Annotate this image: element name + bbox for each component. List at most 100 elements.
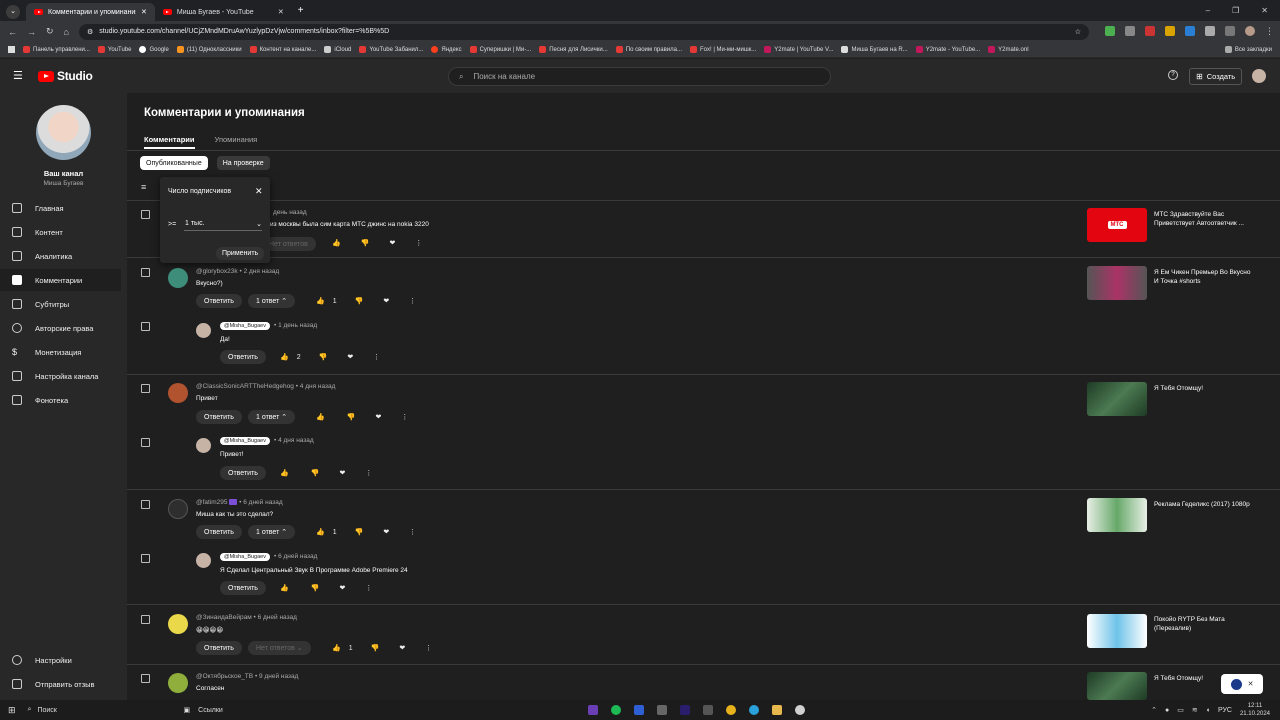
bookmark-item[interactable]: Y2mate | YouTube V... <box>764 45 833 53</box>
sidebar-item-content[interactable]: Контент <box>0 221 121 243</box>
taskbar-links[interactable]: Ссылки <box>198 707 223 714</box>
thumbs-down-icon[interactable]: 👎 <box>347 413 356 421</box>
comment-checkbox[interactable] <box>141 268 150 277</box>
video-title[interactable]: Покойо RYTP Без Мата (Перезалив) <box>1154 615 1254 633</box>
sidebar-item-copyright[interactable]: Авторские права <box>0 317 121 339</box>
reply-checkbox[interactable] <box>141 554 150 563</box>
chip-held-for-review[interactable]: На проверке <box>216 156 270 170</box>
app-icon[interactable] <box>703 705 713 715</box>
reply-button[interactable]: Ответить <box>196 641 242 655</box>
bookmark-item[interactable]: Миша Бугаев на R... <box>841 45 908 53</box>
extension-icon[interactable] <box>1124 26 1135 36</box>
creator-heart-icon[interactable]: ❤ <box>347 353 353 361</box>
video-thumbnail[interactable] <box>1087 498 1147 532</box>
volume-icon[interactable]: ◖ <box>1206 707 1210 714</box>
thumbs-down-icon[interactable]: 👎 <box>311 469 320 477</box>
task-view-icon[interactable]: ▣ <box>184 706 191 714</box>
avatar[interactable] <box>196 553 211 568</box>
video-thumbnail[interactable] <box>1087 382 1147 416</box>
bookmark-item[interactable]: (11) Одноклассники <box>176 45 242 53</box>
extension-icon[interactable] <box>1164 26 1175 36</box>
comment-checkbox[interactable] <box>141 615 150 624</box>
creator-heart-icon[interactable]: ❤ <box>389 239 395 247</box>
battery-icon[interactable]: ▭ <box>1177 706 1184 714</box>
more-actions-icon[interactable]: ⋮ <box>373 353 380 361</box>
avatar[interactable] <box>168 673 188 693</box>
windows-start-icon[interactable]: ⊞ <box>8 705 16 716</box>
video-thumbnail[interactable] <box>1087 266 1147 300</box>
browser-tab-studio[interactable]: Комментарии и упоминания ✕ <box>26 3 155 21</box>
bookmark-star-icon[interactable]: ☆ <box>1075 28 1081 36</box>
app-icon[interactable] <box>588 705 598 715</box>
all-bookmarks[interactable]: Все закладки <box>1224 45 1272 53</box>
thumbs-up-icon[interactable]: 👍 <box>316 528 325 536</box>
chip-published[interactable]: Опубликованные <box>140 156 208 170</box>
more-actions-icon[interactable]: ⋮ <box>415 239 422 247</box>
back-icon[interactable]: ← <box>8 27 17 37</box>
thumbs-down-icon[interactable]: 👎 <box>361 239 370 247</box>
thumbs-up-icon[interactable]: 👍 <box>332 644 341 652</box>
subscriber-count-select[interactable]: 1 тыс. ⌄ <box>184 217 262 231</box>
comment-checkbox[interactable] <box>141 384 150 393</box>
sidebar-item-feedback[interactable]: Отправить отзыв <box>0 673 121 695</box>
thumbs-up-icon[interactable]: 👍 <box>280 469 289 477</box>
thumbs-up-icon[interactable]: 👍 <box>280 584 289 592</box>
bookmark-item[interactable]: Яндекс <box>431 45 462 53</box>
thumbs-up-icon[interactable]: 👍 <box>316 297 325 305</box>
clock[interactable]: 12:11 21.10.2024 <box>1240 702 1270 718</box>
creator-heart-icon[interactable]: ❤ <box>339 584 345 592</box>
reload-icon[interactable]: ↻ <box>46 26 54 37</box>
taskbar-search[interactable]: ⌕ Поиск <box>28 706 168 714</box>
video-thumbnail[interactable] <box>1087 672 1147 700</box>
thumbs-down-icon[interactable]: 👎 <box>355 528 364 536</box>
bookmark-item[interactable]: Y2mate.onl <box>988 45 1029 53</box>
bookmark-item[interactable]: Google <box>139 45 169 53</box>
sidebar-item-monetization[interactable]: $ Монетизация <box>0 341 121 363</box>
video-title[interactable]: Я Тебя Отомщу! <box>1154 384 1254 393</box>
replies-toggle-button[interactable]: 1 ответ ⌃ <box>248 294 296 308</box>
reply-button[interactable]: Ответить <box>196 294 242 308</box>
close-tab-icon[interactable]: ✕ <box>278 8 284 16</box>
apply-button[interactable]: Применить <box>216 247 265 260</box>
forward-icon[interactable]: → <box>27 27 36 37</box>
profile-avatar-icon[interactable] <box>1244 26 1255 36</box>
more-actions-icon[interactable]: ⋮ <box>365 584 372 592</box>
creator-heart-icon[interactable]: ❤ <box>383 297 389 305</box>
url-bar[interactable]: ⚙ studio.youtube.com/channel/UCjZMndMDru… <box>78 23 1089 40</box>
sidebar-item-audio-library[interactable]: Фонотека <box>0 389 121 411</box>
creator-heart-icon[interactable]: ❤ <box>375 413 381 421</box>
more-actions-icon[interactable]: ⋮ <box>409 297 416 305</box>
avatar[interactable] <box>168 383 188 403</box>
avatar[interactable] <box>168 614 188 634</box>
input-language[interactable]: РУС <box>1218 707 1232 714</box>
bookmark-item[interactable]: Контент на канале... <box>249 45 316 53</box>
close-icon[interactable]: ✕ <box>255 186 263 197</box>
extension-icon[interactable] <box>1184 26 1195 36</box>
sidebar-item-analytics[interactable]: Аналитика <box>0 245 121 267</box>
sidebar-item-dashboard[interactable]: Главная <box>0 197 121 219</box>
flag-icon[interactable] <box>1144 26 1155 36</box>
maximize-icon[interactable]: ❐ <box>1232 6 1239 15</box>
creator-heart-icon[interactable]: ❤ <box>399 644 405 652</box>
more-actions-icon[interactable]: ⋮ <box>409 528 416 536</box>
spotify-icon[interactable] <box>611 705 621 715</box>
tray-arrow-icon[interactable]: ⌃ <box>1151 706 1157 714</box>
thumbs-down-icon[interactable]: 👎 <box>355 297 364 305</box>
close-window-icon[interactable]: ✕ <box>1261 6 1268 15</box>
tab-list-button[interactable]: ⌄ <box>6 5 20 19</box>
tab-mentions[interactable]: Упоминания <box>215 135 258 144</box>
bookmark-item[interactable]: По своим правила... <box>615 45 682 53</box>
avatar[interactable] <box>168 499 188 519</box>
chrome-icon[interactable] <box>726 705 736 715</box>
minimize-icon[interactable]: – <box>1206 6 1210 15</box>
close-icon[interactable]: ✕ <box>1248 680 1254 688</box>
bookmark-item[interactable]: YouTube <box>97 45 131 53</box>
channel-avatar[interactable] <box>36 105 91 160</box>
sidebar-item-settings[interactable]: Настройки <box>0 649 121 671</box>
more-actions-icon[interactable]: ⋮ <box>425 644 432 652</box>
avatar[interactable] <box>196 438 211 453</box>
channel-search-input[interactable]: ⌕ Поиск на канале <box>448 67 831 86</box>
extensions-puzzle-icon[interactable] <box>1224 26 1235 36</box>
apps-icon[interactable] <box>8 46 15 53</box>
reply-checkbox[interactable] <box>141 322 150 331</box>
